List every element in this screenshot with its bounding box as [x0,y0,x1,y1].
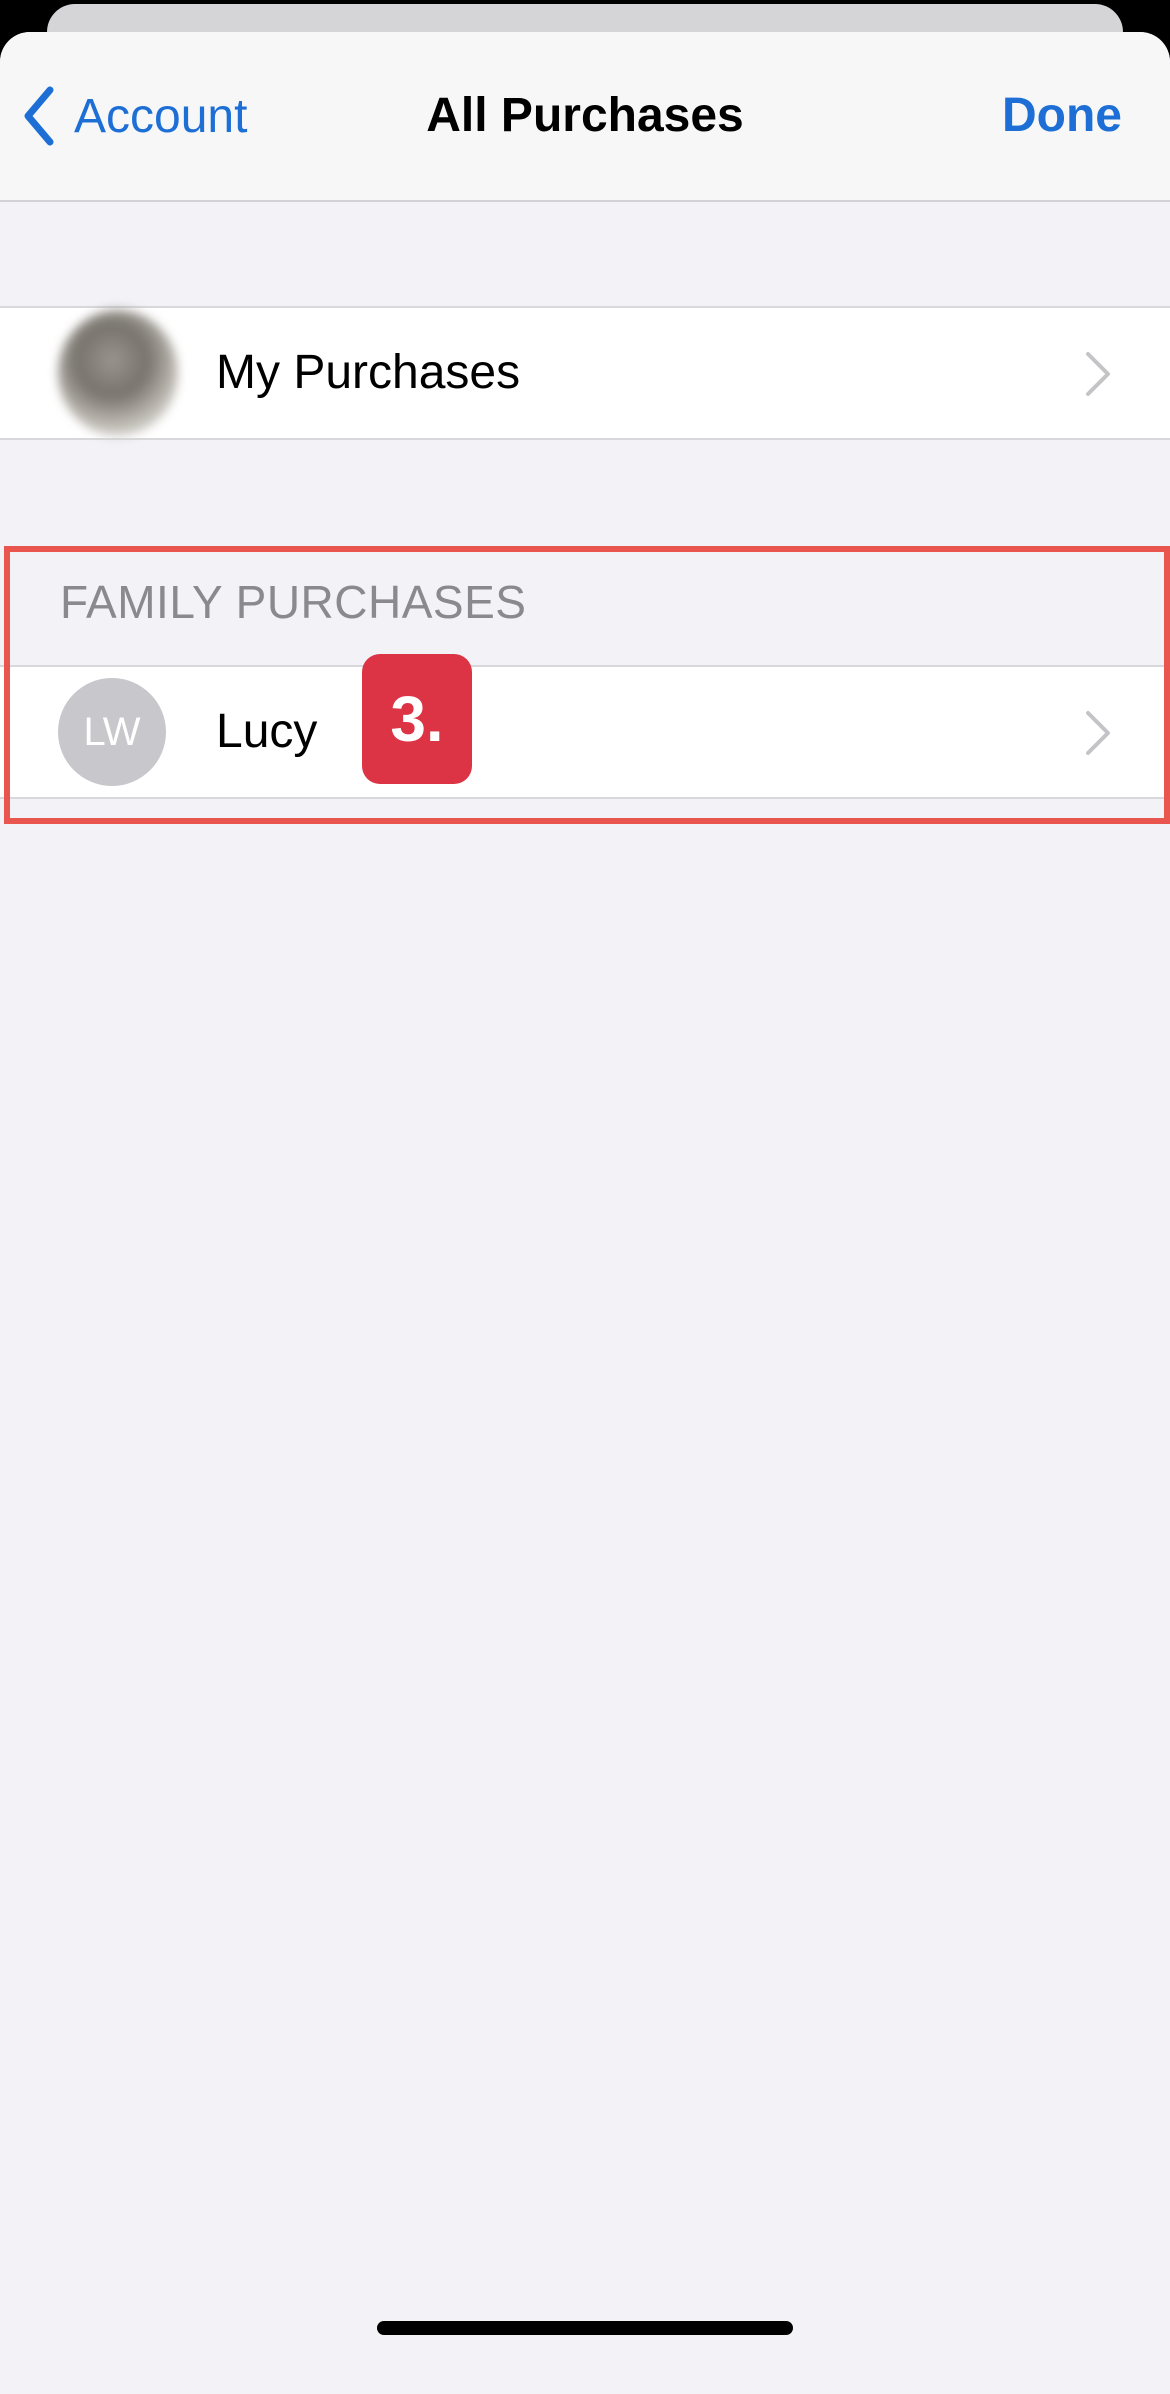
chevron-left-icon [24,86,54,146]
family-purchases-header: FAMILY PURCHASES [60,576,527,628]
all-purchases-sheet: Account All Purchases Done My Purchases … [0,32,1170,2394]
avatar [58,310,178,436]
my-purchases-label: My Purchases [216,346,521,399]
chevron-right-icon [1086,711,1110,755]
member-name: Lucy [216,705,318,758]
navigation-bar: Account All Purchases Done [0,32,1170,202]
done-button[interactable]: Done [1002,82,1122,150]
step-badge: 3. [362,654,472,784]
member-avatar: LW [58,678,166,786]
home-indicator[interactable] [377,2321,793,2335]
back-button[interactable]: Account [22,82,247,150]
my-purchases-row[interactable]: My Purchases [0,306,1170,440]
back-button-label: Account [74,89,248,143]
family-member-row[interactable]: LW Lucy [0,665,1170,799]
chevron-right-icon [1086,352,1110,396]
